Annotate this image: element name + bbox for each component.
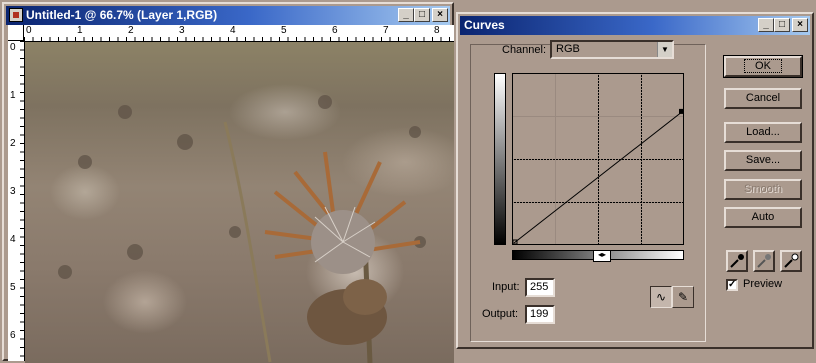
ruler-left-label: 5 <box>10 282 16 293</box>
vertical-ruler[interactable]: 0 1 2 3 4 5 6 <box>8 41 25 361</box>
image-window-titlebar[interactable]: Untitled-1 @ 66.7% (Layer 1,RGB) _ □ × <box>6 6 450 25</box>
horizontal-ruler[interactable]: 0 1 2 3 4 5 6 7 8 <box>24 25 454 42</box>
smooth-button[interactable]: Smooth <box>724 179 802 200</box>
ruler-top-label: 6 <box>332 25 338 36</box>
curves-titlebar[interactable]: Curves _ □ × <box>460 16 810 35</box>
ruler-left-label: 3 <box>10 186 16 197</box>
output-field[interactable]: 199 <box>525 305 555 324</box>
maximize-button[interactable]: □ <box>414 8 430 22</box>
pencil-tool-icon[interactable]: ✎ <box>672 286 694 308</box>
curve-graph[interactable] <box>512 73 684 245</box>
black-eyedropper-glyph <box>730 254 744 268</box>
document-icon <box>9 8 23 22</box>
ruler-top-label: 1 <box>77 25 83 36</box>
white-eyedropper-glyph <box>784 253 799 268</box>
preview-label: Preview <box>743 278 783 290</box>
load-button[interactable]: Load... <box>724 122 802 143</box>
flower-photo <box>58 95 426 363</box>
auto-button[interactable]: Auto <box>724 207 802 228</box>
curves-close-button[interactable]: × <box>792 18 808 32</box>
image-canvas[interactable] <box>25 42 454 363</box>
cancel-button[interactable]: Cancel <box>724 88 802 109</box>
ruler-top-label: 4 <box>230 25 236 36</box>
preview-checkbox[interactable]: ✓ <box>726 279 738 291</box>
curves-maximize-button[interactable]: □ <box>774 18 790 32</box>
input-gradient-bar: ◂▸ <box>512 250 684 262</box>
ruler-left-label: 6 <box>10 330 16 341</box>
gray-eyedropper-icon[interactable] <box>753 250 775 272</box>
curve-plot <box>513 108 683 244</box>
ok-button[interactable]: OK <box>723 55 803 78</box>
save-button[interactable]: Save... <box>724 150 802 171</box>
curves-dialog: Curves _ □ × Channel: RGB ▼ ◂▸ Input: 25… <box>456 12 814 349</box>
image-window-title: Untitled-1 @ 66.7% (Layer 1,RGB) <box>26 8 218 22</box>
ruler-left-label: 2 <box>10 138 16 149</box>
ruler-top-label: 5 <box>281 25 287 36</box>
ruler-top-label: 8 <box>434 25 440 36</box>
gradient-toggle-icon[interactable]: ◂▸ <box>593 250 611 262</box>
output-gradient-bar <box>494 73 506 245</box>
white-eyedropper-icon[interactable] <box>780 250 802 272</box>
ruler-left-label: 0 <box>10 42 16 53</box>
ruler-top-label: 3 <box>179 25 185 36</box>
ruler-left-label: 1 <box>10 90 16 101</box>
input-field[interactable]: 255 <box>525 278 555 297</box>
gray-eyedropper-glyph <box>757 254 771 268</box>
ruler-left-label: 4 <box>10 234 16 245</box>
input-label: Input: <box>492 281 520 293</box>
image-window: Untitled-1 @ 66.7% (Layer 1,RGB) _ □ × 0… <box>2 2 454 363</box>
curves-title: Curves <box>464 18 505 32</box>
close-button[interactable]: × <box>432 8 448 22</box>
channel-value: RGB <box>556 43 580 55</box>
curve-tool-group: ∿ ✎ <box>650 286 696 308</box>
ruler-origin[interactable] <box>8 25 24 41</box>
minimize-button[interactable]: _ <box>398 8 414 22</box>
chevron-down-icon[interactable]: ▼ <box>657 42 672 57</box>
black-eyedropper-icon[interactable] <box>726 250 748 272</box>
curve-tool-icon[interactable]: ∿ <box>650 286 672 308</box>
channel-select[interactable]: RGB ▼ <box>550 40 674 59</box>
curves-minimize-button[interactable]: _ <box>758 18 774 32</box>
channel-label: Channel: <box>502 44 547 56</box>
ruler-top-label: 7 <box>383 25 389 36</box>
curve-line <box>513 111 683 244</box>
ok-label: OK <box>744 59 782 73</box>
ruler-top-label: 0 <box>26 25 32 36</box>
curve-point <box>679 108 683 114</box>
output-label: Output: <box>482 308 519 320</box>
ruler-top-label: 2 <box>128 25 134 36</box>
